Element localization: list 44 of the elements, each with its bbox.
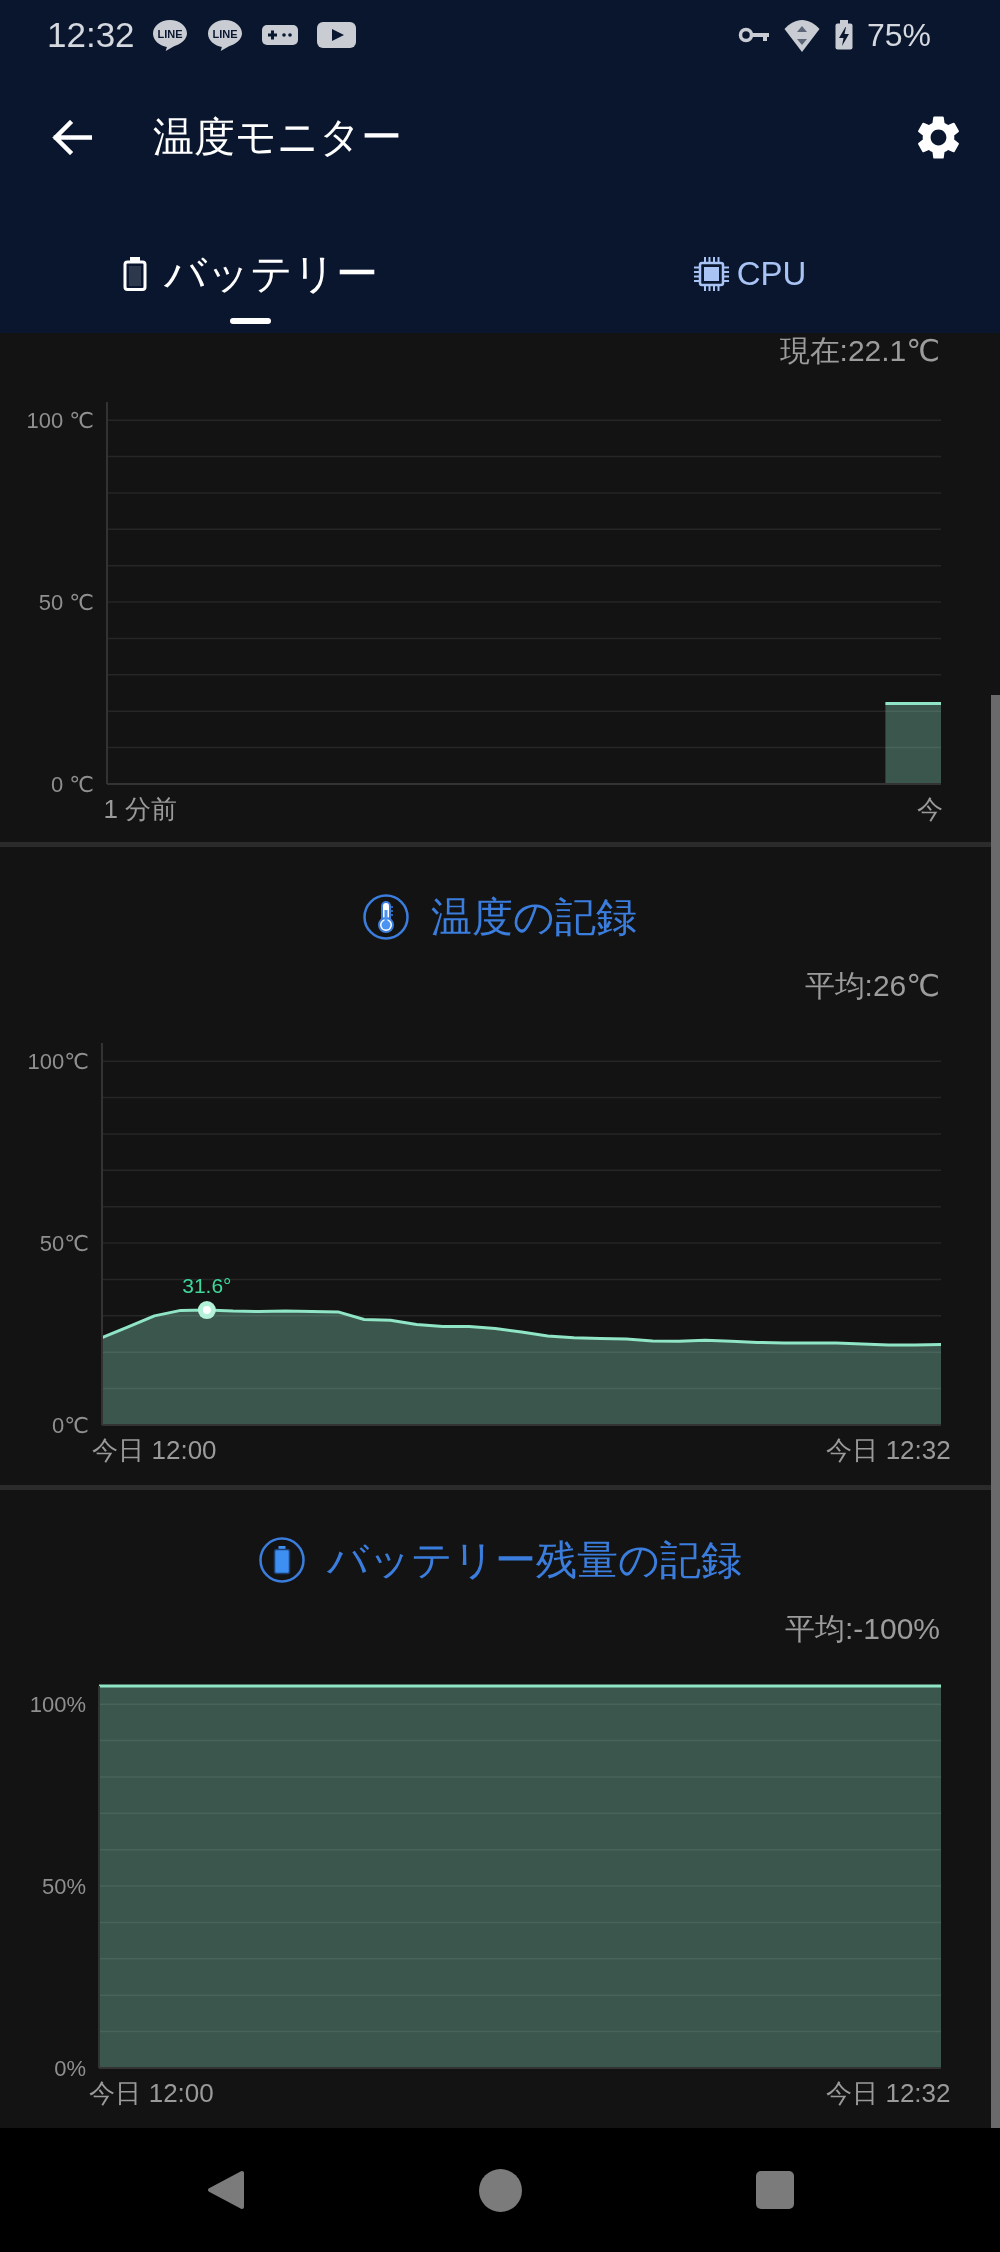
- x-axis-label: 1 分前: [103, 794, 178, 824]
- back-arrow-icon: [51, 120, 92, 155]
- y-axis-label: 100 ℃: [26, 407, 94, 433]
- chip-icon: [693, 257, 729, 291]
- section-title: バッテリー残量の記録: [326, 1535, 742, 1585]
- y-axis-label: 50℃: [39, 1230, 89, 1256]
- point-marker-icon: [197, 1301, 216, 1320]
- section-title: 温度の記録: [431, 892, 637, 942]
- x-axis-label: 今: [916, 794, 943, 824]
- app-title: 温度モニター: [153, 113, 402, 162]
- x-axis-label: 今日 12:00: [92, 1435, 217, 1465]
- settings-button[interactable]: [917, 116, 960, 159]
- y-axis-label: 0 ℃: [50, 771, 94, 797]
- wifi-icon: [782, 17, 821, 53]
- current-temperature-reading: 現在:22.1℃: [779, 333, 940, 369]
- y-axis-label: 50%: [41, 1873, 86, 1899]
- tab[interactable]: バッテリー: [0, 205, 500, 333]
- play-button-icon: [316, 22, 356, 48]
- average-temperature-reading: 平均:26℃: [804, 968, 940, 1004]
- thermometer-icon: [363, 894, 409, 940]
- battery-icon: [122, 257, 147, 291]
- point-value-label: 31.6°: [182, 1274, 232, 1298]
- home-nav-icon[interactable]: [479, 2168, 522, 2212]
- tab[interactable]: CPU: [500, 205, 1000, 333]
- y-axis-label: 0%: [54, 2055, 86, 2081]
- x-axis-label: 今日 12:32: [826, 1435, 951, 1465]
- game-controller-icon: [261, 25, 298, 45]
- back-button[interactable]: [51, 120, 92, 155]
- y-axis-label: 100℃: [27, 1048, 89, 1074]
- y-axis-label: 50 ℃: [38, 589, 94, 615]
- battery-icon: [258, 1537, 305, 1583]
- key-icon: [737, 25, 770, 45]
- status-time: 12:32: [47, 15, 135, 55]
- battery-charging-icon: [833, 19, 854, 51]
- x-axis-label: 今日 12:32: [826, 2078, 951, 2108]
- back-nav-icon[interactable]: [206, 2169, 245, 2211]
- average-battery-reading: 平均:-100%: [784, 1611, 940, 1647]
- chat-bubble-icon: LINE: [151, 19, 188, 51]
- battery-percentage: 75%: [866, 16, 931, 54]
- settings-icon: [917, 116, 960, 159]
- y-axis-label: 100%: [29, 1691, 86, 1717]
- y-axis-label: 0℃: [52, 1412, 89, 1438]
- chat-bubble-icon: LINE: [206, 19, 243, 51]
- x-axis-label: 今日 12:00: [89, 2078, 214, 2108]
